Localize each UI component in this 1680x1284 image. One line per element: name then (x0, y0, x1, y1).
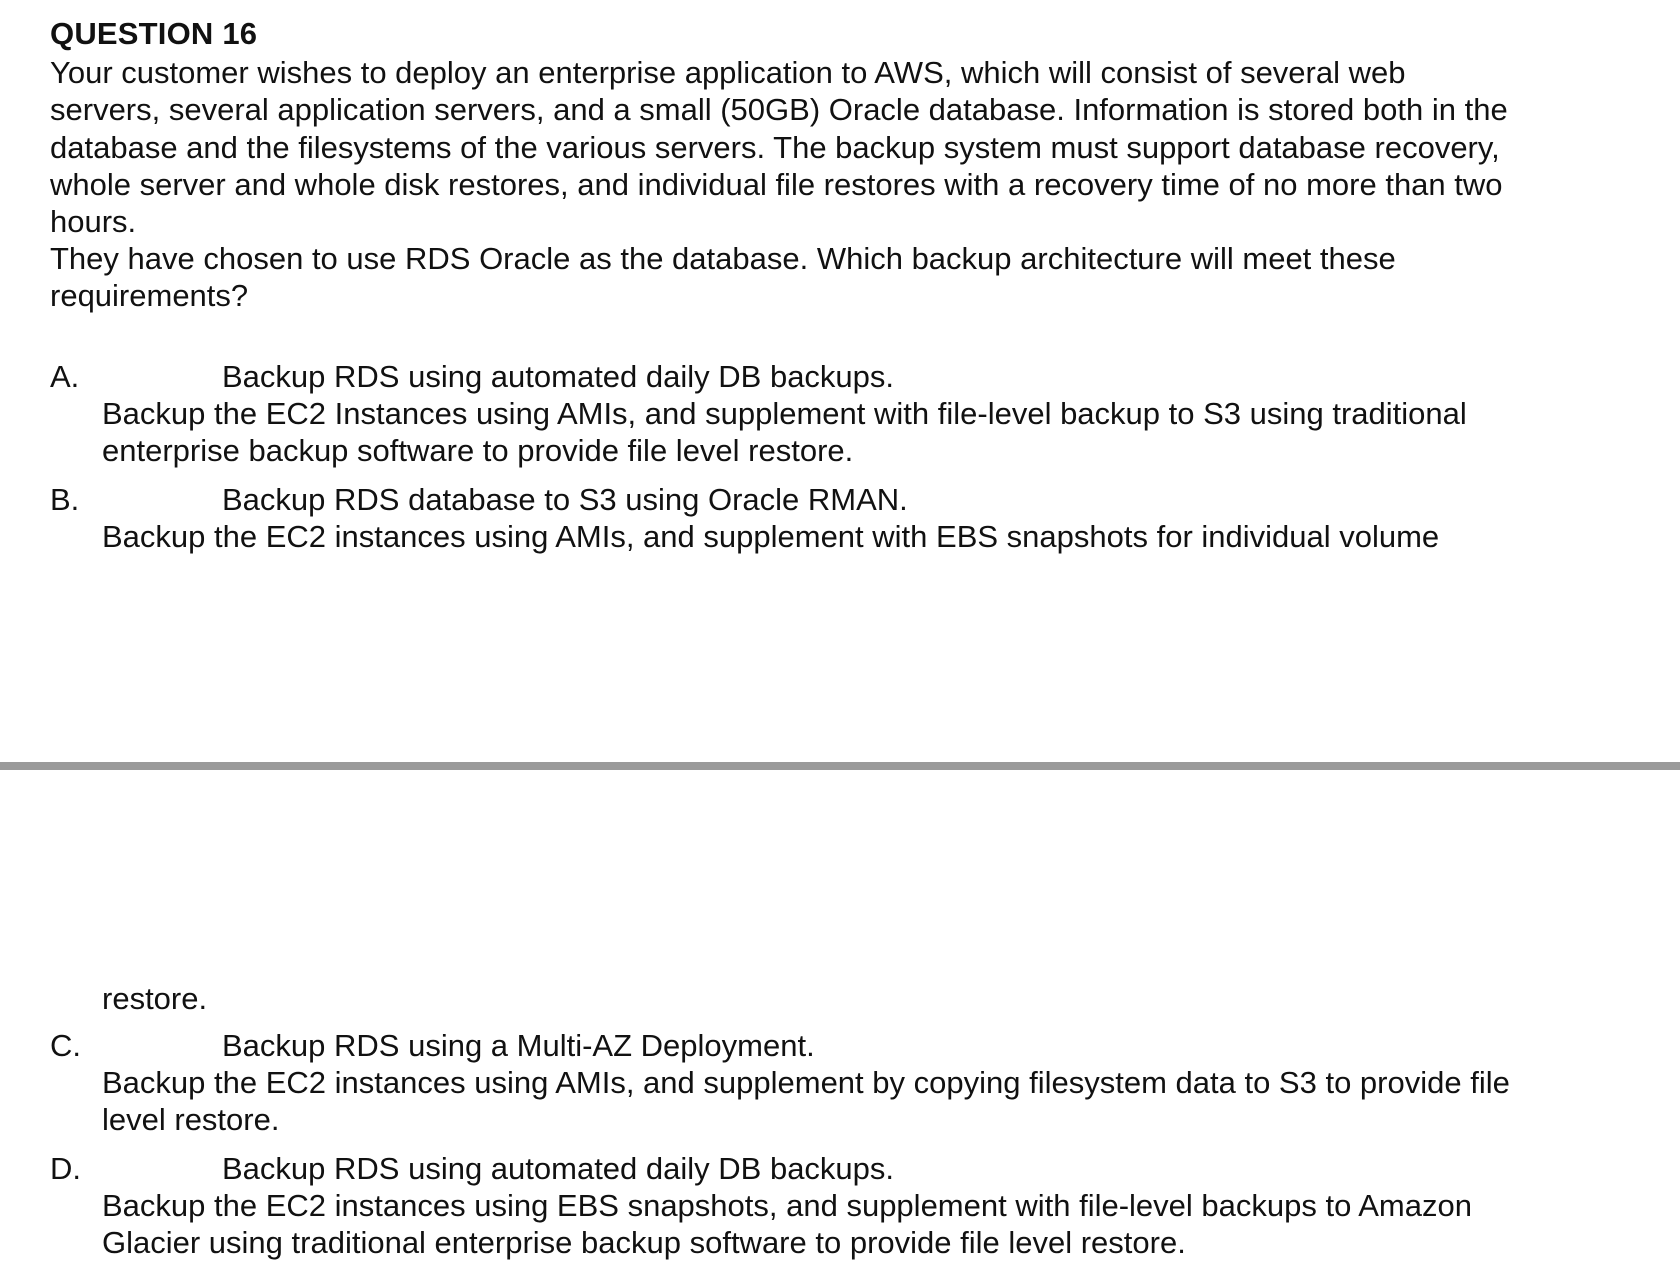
page-break-divider (0, 762, 1680, 770)
option-c-first-line: Backup RDS using a Multi-AZ Deployment. (222, 1028, 815, 1063)
option-d-text: Backup the EC2 instances using EBS snaps… (102, 1188, 1472, 1261)
option-a-first-line: Backup RDS using automated daily DB back… (222, 359, 895, 394)
option-a-letter: A. (50, 359, 80, 394)
option-b-letter: B. (50, 482, 80, 517)
option-d-first-line: Backup RDS using automated daily DB back… (222, 1151, 895, 1186)
option-d-letter: D. (50, 1151, 81, 1186)
question-paragraph-2: They have chosen to use RDS Oracle as th… (50, 241, 1396, 314)
option-a-text: Backup the EC2 Instances using AMIs, and… (102, 396, 1467, 469)
option-b-continuation: restore. (102, 981, 208, 1016)
option-b-first-line: Backup RDS database to S3 using Oracle R… (222, 482, 908, 517)
option-b-text: Backup the EC2 instances using AMIs, and… (102, 519, 1440, 554)
page-bottom: restore. C. Backup RDS using a Multi-AZ … (0, 770, 1680, 1284)
question-title: QUESTION 16 (50, 16, 258, 51)
question-paragraph-1: Your customer wishes to deploy an enterp… (50, 55, 1508, 240)
page-top: QUESTION 16 Your customer wishes to depl… (0, 0, 1680, 762)
option-c-letter: C. (50, 1028, 81, 1063)
option-c-text: Backup the EC2 instances using AMIs, and… (102, 1065, 1510, 1138)
